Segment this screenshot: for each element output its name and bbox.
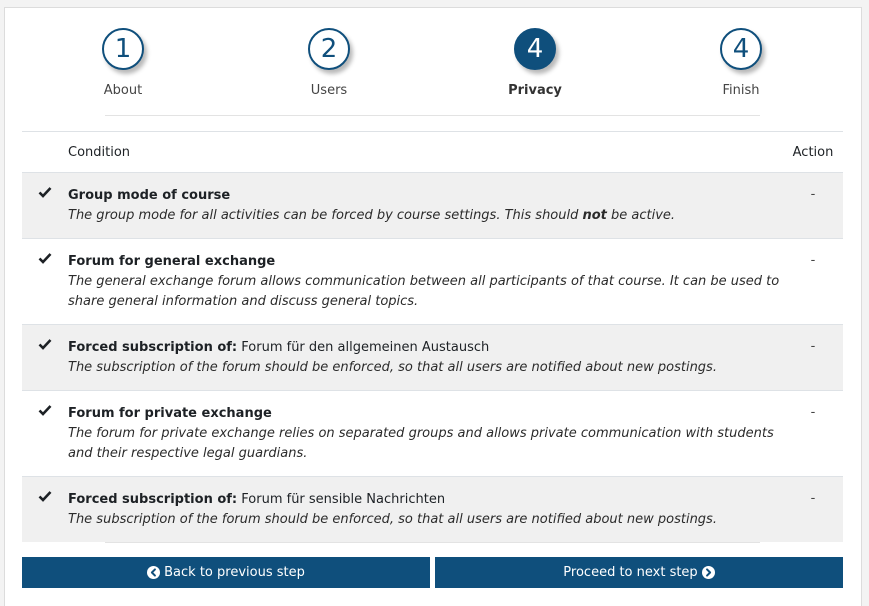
check-icon bbox=[38, 187, 52, 198]
condition-title: Forced subscription of: Forum für sensib… bbox=[68, 490, 783, 510]
step-label: Finish bbox=[722, 83, 760, 98]
table-row: Forum for private exchange The forum for … bbox=[22, 390, 843, 477]
step-privacy[interactable]: 4 Privacy bbox=[475, 28, 595, 98]
check-icon bbox=[38, 339, 52, 350]
status-column-header bbox=[22, 131, 68, 173]
condition-title-text: Forced subscription of: bbox=[68, 492, 238, 507]
step-finish[interactable]: 4 Finish bbox=[681, 28, 801, 98]
condition-title-text: Group mode of course bbox=[68, 188, 231, 203]
check-icon bbox=[38, 405, 52, 416]
action-column-header: Action bbox=[783, 131, 843, 173]
description-text: The forum for private exchange relies on… bbox=[68, 426, 774, 461]
condition-cell: Forced subscription of: Forum für den al… bbox=[68, 324, 783, 391]
condition-cell: Forum for general exchange The general ex… bbox=[68, 238, 783, 325]
status-cell bbox=[22, 324, 68, 391]
wizard-steps: 1 About 2 Users 4 Privacy 4 Finish bbox=[5, 8, 861, 118]
condition-cell: Forum for private exchange The forum for … bbox=[68, 390, 783, 477]
step-users[interactable]: 2 Users bbox=[269, 28, 389, 98]
description-text: The subscription of the forum should be … bbox=[68, 360, 717, 375]
description-text-end: be active. bbox=[606, 208, 676, 223]
step-number: 4 bbox=[720, 28, 762, 70]
step-number: 1 bbox=[102, 28, 144, 70]
condition-title: Forum for general exchange bbox=[68, 252, 783, 272]
condition-title: Forum for private exchange bbox=[68, 404, 783, 424]
condition-forum-name: Forum für sensible Nachrichten bbox=[237, 492, 446, 507]
step-number: 4 bbox=[514, 28, 556, 70]
status-cell bbox=[22, 390, 68, 477]
status-cell bbox=[22, 172, 68, 239]
condition-title-text: Forum for private exchange bbox=[68, 406, 272, 421]
action-cell: - bbox=[783, 172, 843, 239]
wizard-card: 1 About 2 Users 4 Privacy 4 Finish Condi… bbox=[4, 7, 862, 606]
status-cell bbox=[22, 238, 68, 325]
description-text: The subscription of the forum should be … bbox=[68, 512, 717, 527]
action-cell: - bbox=[783, 324, 843, 391]
chevron-circle-right-icon bbox=[701, 566, 715, 579]
condition-description: The forum for private exchange relies on… bbox=[68, 424, 783, 464]
table-row: Forum for general exchange The general ex… bbox=[22, 238, 843, 325]
step-label: Privacy bbox=[508, 83, 562, 98]
table-header-row: Condition Action bbox=[22, 131, 843, 173]
status-cell bbox=[22, 476, 68, 542]
condition-description: The group mode for all activities can be… bbox=[68, 206, 783, 226]
description-emphasis: not bbox=[582, 208, 607, 223]
condition-title: Group mode of course bbox=[68, 186, 783, 206]
action-cell: - bbox=[783, 390, 843, 477]
table-row: Group mode of course The group mode for a… bbox=[22, 172, 843, 239]
check-icon bbox=[38, 253, 52, 264]
step-label: About bbox=[103, 83, 143, 98]
table-row: Forced subscription of: Forum für sensib… bbox=[22, 476, 843, 542]
condition-title: Forced subscription of: Forum für den al… bbox=[68, 338, 783, 358]
condition-title-text: Forced subscription of: bbox=[68, 340, 238, 355]
condition-description: The subscription of the forum should be … bbox=[68, 510, 783, 530]
table-row: Forced subscription of: Forum für den al… bbox=[22, 324, 843, 391]
condition-cell: Forced subscription of: Forum für sensib… bbox=[68, 476, 783, 542]
back-button-label: Back to previous step bbox=[164, 565, 305, 580]
condition-forum-name: Forum für den allgemeinen Austausch bbox=[237, 340, 490, 355]
next-button-label: Proceed to next step bbox=[563, 565, 698, 580]
description-text: The general exchange forum allows commun… bbox=[68, 274, 780, 309]
check-icon bbox=[38, 491, 52, 502]
chevron-circle-left-icon bbox=[147, 566, 161, 579]
condition-description: The subscription of the forum should be … bbox=[68, 358, 783, 378]
description-text: The group mode for all activities can be… bbox=[68, 208, 583, 223]
condition-description: The general exchange forum allows commun… bbox=[68, 272, 783, 312]
step-about[interactable]: 1 About bbox=[63, 28, 183, 98]
condition-title-text: Forum for general exchange bbox=[68, 254, 276, 269]
divider bbox=[105, 115, 760, 116]
condition-column-header: Condition bbox=[68, 131, 783, 173]
condition-cell: Group mode of course The group mode for a… bbox=[68, 172, 783, 239]
step-number: 2 bbox=[308, 28, 350, 70]
divider bbox=[105, 542, 760, 543]
action-cell: - bbox=[783, 238, 843, 325]
back-button[interactable]: Back to previous step bbox=[22, 557, 430, 588]
conditions-table: Condition Action Group mode of course The… bbox=[22, 131, 843, 542]
action-cell: - bbox=[783, 476, 843, 542]
step-label: Users bbox=[310, 83, 348, 98]
next-button[interactable]: Proceed to next step bbox=[435, 557, 843, 588]
